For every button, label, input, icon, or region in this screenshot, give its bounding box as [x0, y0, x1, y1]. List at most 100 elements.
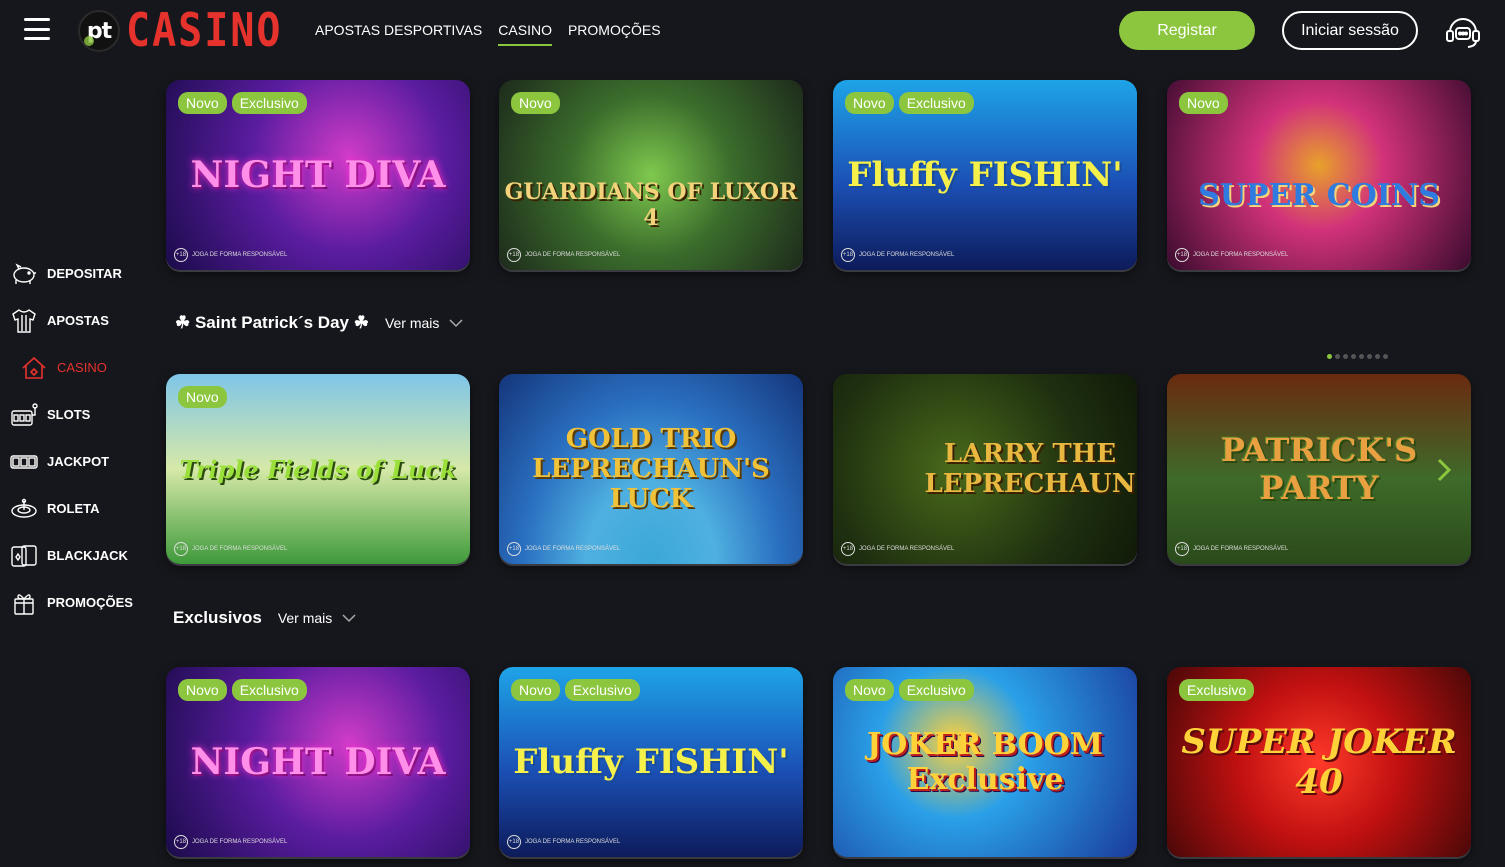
site-logo[interactable]: pt CASINO	[78, 5, 283, 57]
chevron-down-icon[interactable]	[342, 613, 356, 623]
sidebar-item-label: ROLETA	[47, 501, 100, 516]
badge-exclusive: Exclusivo	[231, 679, 307, 701]
sidebar-item-label: BLACKJACK	[47, 548, 128, 563]
responsible-gaming-note: +18 JOGA DE FORMA RESPONSÁVEL	[507, 542, 620, 556]
sidebar-item-promotions[interactable]: PROMOÇÕES	[0, 579, 150, 626]
responsible-gaming-note: +18 JOGA DE FORMA RESPONSÁVEL	[174, 542, 287, 556]
responsible-gaming-note: +18 JOGA DE FORMA RESPONSÁVEL	[841, 248, 954, 262]
gift-icon	[14, 593, 34, 615]
badge-group: Novo Exclusivo	[845, 92, 974, 114]
top-header: pt CASINO APOSTAS DESPORTIVAS CASINO PRO…	[0, 0, 1505, 62]
carousel-dot[interactable]	[1367, 354, 1372, 359]
sidebar: DEPOSITAR APOSTAS CASINO SLOTS JACKPOT R…	[0, 250, 150, 626]
game-card-patricks-party[interactable]: PATRICK'S PARTY +18 JOGA DE FORMA RESPONS…	[1167, 374, 1471, 564]
sidebar-item-slots[interactable]: SLOTS	[0, 391, 150, 438]
responsible-gaming-note: +18 JOGA DE FORMA RESPONSÁVEL	[174, 248, 287, 262]
menu-icon[interactable]	[24, 18, 50, 40]
game-card-night-diva[interactable]: Novo Exclusivo NIGHT DIVA +18 JOGA DE FOR…	[166, 667, 470, 857]
chevron-right-icon[interactable]	[1434, 456, 1454, 484]
age-badge: +18	[1175, 542, 1189, 556]
game-title: PATRICK'S PARTY	[1220, 431, 1418, 507]
game-card-guardians-of-luxor[interactable]: Novo GUARDIANS OF LUXOR 4 +18 JOGA DE FOR…	[499, 80, 803, 270]
chevron-down-icon[interactable]	[449, 318, 463, 328]
age-badge: +18	[1175, 248, 1189, 262]
game-card-fluffy-fishin[interactable]: Novo Exclusivo Fluffy FISHIN' +18 JOGA DE…	[833, 80, 1137, 270]
badge-new: Novo	[178, 386, 227, 408]
carousel-dot[interactable]	[1343, 354, 1348, 359]
section-title: ☘ Saint Patrick´s Day ☘	[175, 313, 369, 332]
carousel-dot[interactable]	[1359, 354, 1364, 359]
disclaimer-text: JOGA DE FORMA RESPONSÁVEL	[859, 252, 955, 258]
responsible-gaming-note: +18 JOGA DE FORMA RESPONSÁVEL	[1175, 542, 1288, 556]
disclaimer-text: JOGA DE FORMA RESPONSÁVEL	[1193, 546, 1289, 552]
carousel-dot[interactable]	[1375, 354, 1380, 359]
sidebar-item-casino[interactable]: CASINO	[0, 344, 150, 391]
nav-promotions[interactable]: PROMOÇÕES	[568, 22, 661, 46]
game-card-larry-the-leprechaun[interactable]: LARRY THE LEPRECHAUN +18 JOGA DE FORMA RE…	[833, 374, 1137, 564]
carousel-dot[interactable]	[1335, 354, 1340, 359]
sidebar-item-blackjack[interactable]: BLACKJACK	[0, 532, 150, 579]
jackpot-icon	[10, 454, 38, 469]
sidebar-item-deposit[interactable]: DEPOSITAR	[0, 250, 150, 297]
game-card-super-coins[interactable]: Novo SUPER COINS +18 JOGA DE FORMA RESPON…	[1167, 80, 1471, 270]
login-button[interactable]: Iniciar sessão	[1282, 11, 1418, 50]
carousel-dot[interactable]	[1327, 354, 1332, 359]
game-card-super-joker[interactable]: Exclusivo SUPER JOKER 40	[1167, 667, 1471, 857]
sidebar-item-roulette[interactable]: ROLETA	[0, 485, 150, 532]
responsible-gaming-note: +18 JOGA DE FORMA RESPONSÁVEL	[507, 248, 620, 262]
carousel-dot[interactable]	[1383, 354, 1388, 359]
game-title: GOLD TRIO LEPRECHAUN'S LUCK	[532, 424, 770, 514]
game-title: LARRY THE LEPRECHAUN	[924, 439, 1136, 499]
carousel-pagination	[1327, 354, 1388, 359]
disclaimer-text: JOGA DE FORMA RESPONSÁVEL	[192, 546, 288, 552]
badge-group: Novo	[1179, 92, 1228, 114]
sidebar-item-bets[interactable]: APOSTAS	[0, 297, 150, 344]
slot-machine-icon	[11, 402, 38, 426]
sidebar-item-label: APOSTAS	[47, 313, 109, 328]
responsible-gaming-note: +18 JOGA DE FORMA RESPONSÁVEL	[1175, 248, 1288, 262]
logo-mark: pt	[78, 10, 120, 52]
badge-group: Novo Exclusivo	[845, 679, 974, 701]
responsible-gaming-note: +18 JOGA DE FORMA RESPONSÁVEL	[174, 835, 287, 849]
badge-exclusive: Exclusivo	[898, 92, 974, 114]
sidebar-item-label: SLOTS	[47, 407, 91, 422]
sidebar-item-label: DEPOSITAR	[47, 266, 122, 281]
game-card-joker-boom[interactable]: Novo Exclusivo JOKER BOOM Exclusive	[833, 667, 1137, 857]
sidebar-item-label: PROMOÇÕES	[47, 595, 133, 610]
nav-casino[interactable]: CASINO	[498, 22, 552, 46]
age-badge: +18	[174, 248, 188, 262]
nav-sports[interactable]: APOSTAS DESPORTIVAS	[315, 22, 482, 46]
responsible-gaming-note: +18 JOGA DE FORMA RESPONSÁVEL	[507, 835, 620, 849]
disclaimer-text: JOGA DE FORMA RESPONSÁVEL	[1193, 252, 1289, 258]
game-card-fluffy-fishin[interactable]: Novo Exclusivo Fluffy FISHIN' +18 JOGA DE…	[499, 667, 803, 857]
badge-group: Novo	[178, 386, 227, 408]
register-button[interactable]: Registar	[1119, 11, 1255, 50]
top-nav: APOSTAS DESPORTIVAS CASINO PROMOÇÕES	[315, 22, 661, 46]
badge-group: Novo Exclusivo	[178, 92, 307, 114]
support-headset-icon[interactable]	[1444, 12, 1482, 50]
piggy-bank-icon	[13, 262, 36, 284]
disclaimer-text: JOGA DE FORMA RESPONSÁVEL	[525, 546, 621, 552]
section-title: Exclusivos	[173, 608, 262, 627]
carousel-dot[interactable]	[1351, 354, 1356, 359]
sidebar-item-jackpot[interactable]: JACKPOT	[0, 438, 150, 485]
game-card-night-diva[interactable]: Novo Exclusivo NIGHT DIVA +18 JOGA DE FOR…	[166, 80, 470, 270]
game-card-gold-trio[interactable]: GOLD TRIO LEPRECHAUN'S LUCK +18 JOGA DE F…	[499, 374, 803, 564]
disclaimer-text: JOGA DE FORMA RESPONSÁVEL	[525, 839, 621, 845]
age-badge: +18	[174, 835, 188, 849]
disclaimer-text: JOGA DE FORMA RESPONSÁVEL	[192, 839, 288, 845]
cards-icon	[11, 544, 37, 567]
badge-group: Exclusivo	[1179, 679, 1255, 701]
badge-new: Novo	[178, 92, 227, 114]
see-more-link[interactable]: Ver mais	[385, 315, 439, 331]
roulette-icon	[11, 498, 37, 518]
section-header-saint-patricks: ☘ Saint Patrick´s Day ☘ Ver mais	[175, 313, 463, 333]
badge-group: Novo	[511, 92, 560, 114]
age-badge: +18	[507, 542, 521, 556]
age-badge: +18	[507, 248, 521, 262]
see-more-link[interactable]: Ver mais	[278, 610, 332, 626]
disclaimer-text: JOGA DE FORMA RESPONSÁVEL	[192, 252, 288, 258]
badge-new: Novo	[845, 679, 894, 701]
badge-group: Novo Exclusivo	[511, 679, 640, 701]
game-card-triple-fields-of-luck[interactable]: Novo Triple Fields of Luck +18 JOGA DE FO…	[166, 374, 470, 564]
